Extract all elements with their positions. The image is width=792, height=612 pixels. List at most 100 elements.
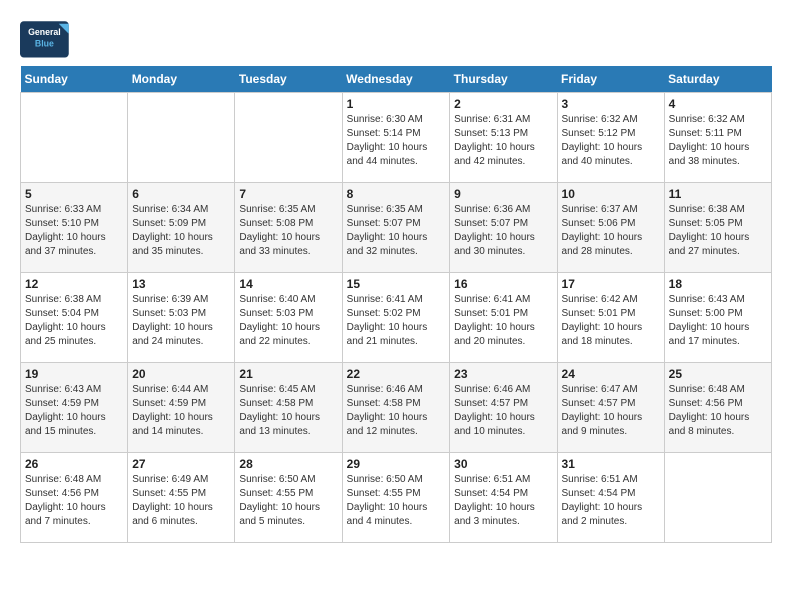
day-detail: Sunrise: 6:32 AM Sunset: 5:11 PM Dayligh… — [669, 113, 767, 169]
calendar-cell — [664, 453, 771, 543]
calendar-week-row: 19 Sunrise: 6:43 AM Sunset: 4:59 PM Dayli… — [21, 363, 772, 453]
weekday-header-sunday: Sunday — [21, 66, 128, 93]
day-detail: Sunrise: 6:42 AM Sunset: 5:01 PM Dayligh… — [562, 293, 660, 349]
day-number: 14 — [239, 277, 337, 291]
weekday-header-row: SundayMondayTuesdayWednesdayThursdayFrid… — [21, 66, 772, 93]
weekday-header-thursday: Thursday — [450, 66, 557, 93]
page-header: General Blue — [20, 20, 772, 60]
day-number: 25 — [669, 367, 767, 381]
svg-text:Blue: Blue — [35, 38, 54, 48]
day-detail: Sunrise: 6:35 AM Sunset: 5:07 PM Dayligh… — [347, 203, 446, 259]
calendar-cell: 15Sunrise: 6:41 AM Sunset: 5:02 PM Dayli… — [342, 273, 450, 363]
day-detail: Sunrise: 6:48 AM Sunset: 4:56 PM Dayligh… — [669, 383, 767, 439]
day-number: 21 — [239, 367, 337, 381]
day-detail: Sunrise: 6:30 AM Sunset: 5:14 PM Dayligh… — [347, 113, 446, 169]
day-number: 23 — [454, 367, 552, 381]
day-number: 30 — [454, 457, 552, 471]
day-detail: Sunrise: 6:36 AM Sunset: 5:07 PM Dayligh… — [454, 203, 552, 259]
calendar-cell: 26 Sunrise: 6:48 AM Sunset: 4:56 PM Dayli… — [21, 453, 128, 543]
day-detail: Sunrise: 6:47 AM Sunset: 4:57 PM Dayligh… — [562, 383, 660, 439]
day-number: 26 — [25, 457, 123, 471]
day-detail: Sunrise: 6:37 AM Sunset: 5:06 PM Dayligh… — [562, 203, 660, 259]
day-detail: Sunrise: 6:44 AM Sunset: 4:59 PM Dayligh… — [132, 383, 230, 439]
day-detail: Sunrise: 6:32 AM Sunset: 5:12 PM Dayligh… — [562, 113, 660, 169]
day-detail: Sunrise: 6:31 AM Sunset: 5:13 PM Dayligh… — [454, 113, 552, 169]
day-number: 6 — [132, 187, 230, 201]
day-detail: Sunrise: 6:51 AM Sunset: 4:54 PM Dayligh… — [454, 473, 552, 529]
day-detail: Sunrise: 6:46 AM Sunset: 4:58 PM Dayligh… — [347, 383, 446, 439]
day-number: 1 — [347, 97, 446, 111]
calendar-cell — [128, 93, 235, 183]
day-number: 8 — [347, 187, 446, 201]
calendar-cell: 16 Sunrise: 6:41 AM Sunset: 5:01 PM Dayli… — [450, 273, 557, 363]
day-detail: Sunrise: 6:40 AM Sunset: 5:03 PM Dayligh… — [239, 293, 337, 349]
day-number: 7 — [239, 187, 337, 201]
calendar-cell: 3 Sunrise: 6:32 AM Sunset: 5:12 PM Daylig… — [557, 93, 664, 183]
day-number: 13 — [132, 277, 230, 291]
calendar-cell: 13 Sunrise: 6:39 AM Sunset: 5:03 PM Dayli… — [128, 273, 235, 363]
calendar-cell: 14 Sunrise: 6:40 AM Sunset: 5:03 PM Dayli… — [235, 273, 342, 363]
logo-svg: General Blue — [20, 20, 70, 60]
day-number: 17 — [562, 277, 660, 291]
day-number: 5 — [25, 187, 123, 201]
day-detail: Sunrise: 6:48 AM Sunset: 4:56 PM Dayligh… — [25, 473, 123, 529]
day-detail: Sunrise: 6:34 AM Sunset: 5:09 PM Dayligh… — [132, 203, 230, 259]
day-detail: Sunrise: 6:43 AM Sunset: 4:59 PM Dayligh… — [25, 383, 123, 439]
calendar-cell: 19 Sunrise: 6:43 AM Sunset: 4:59 PM Dayli… — [21, 363, 128, 453]
day-detail: Sunrise: 6:43 AM Sunset: 5:00 PM Dayligh… — [669, 293, 767, 349]
day-number: 29 — [347, 457, 446, 471]
day-detail: Sunrise: 6:38 AM Sunset: 5:04 PM Dayligh… — [25, 293, 123, 349]
day-detail: Sunrise: 6:46 AM Sunset: 4:57 PM Dayligh… — [454, 383, 552, 439]
calendar-cell: 21 Sunrise: 6:45 AM Sunset: 4:58 PM Dayli… — [235, 363, 342, 453]
calendar-cell: 25 Sunrise: 6:48 AM Sunset: 4:56 PM Dayli… — [664, 363, 771, 453]
calendar-table: SundayMondayTuesdayWednesdayThursdayFrid… — [20, 66, 772, 543]
calendar-cell: 5 Sunrise: 6:33 AM Sunset: 5:10 PM Daylig… — [21, 183, 128, 273]
weekday-header-friday: Friday — [557, 66, 664, 93]
logo: General Blue — [20, 20, 70, 60]
calendar-cell: 24 Sunrise: 6:47 AM Sunset: 4:57 PM Dayli… — [557, 363, 664, 453]
day-number: 28 — [239, 457, 337, 471]
calendar-cell: 23 Sunrise: 6:46 AM Sunset: 4:57 PM Dayli… — [450, 363, 557, 453]
day-number: 18 — [669, 277, 767, 291]
day-number: 4 — [669, 97, 767, 111]
day-number: 9 — [454, 187, 552, 201]
day-number: 12 — [25, 277, 123, 291]
calendar-week-row: 12 Sunrise: 6:38 AM Sunset: 5:04 PM Dayli… — [21, 273, 772, 363]
day-number: 11 — [669, 187, 767, 201]
calendar-cell: 30 Sunrise: 6:51 AM Sunset: 4:54 PM Dayli… — [450, 453, 557, 543]
day-detail: Sunrise: 6:38 AM Sunset: 5:05 PM Dayligh… — [669, 203, 767, 259]
day-number: 10 — [562, 187, 660, 201]
calendar-cell: 12 Sunrise: 6:38 AM Sunset: 5:04 PM Dayli… — [21, 273, 128, 363]
calendar-cell — [21, 93, 128, 183]
day-number: 22 — [347, 367, 446, 381]
calendar-week-row: 1 Sunrise: 6:30 AM Sunset: 5:14 PM Daylig… — [21, 93, 772, 183]
day-number: 16 — [454, 277, 552, 291]
weekday-header-wednesday: Wednesday — [342, 66, 450, 93]
day-number: 24 — [562, 367, 660, 381]
calendar-cell: 8 Sunrise: 6:35 AM Sunset: 5:07 PM Daylig… — [342, 183, 450, 273]
calendar-cell: 7 Sunrise: 6:35 AM Sunset: 5:08 PM Daylig… — [235, 183, 342, 273]
calendar-cell: 9 Sunrise: 6:36 AM Sunset: 5:07 PM Daylig… — [450, 183, 557, 273]
day-detail: Sunrise: 6:41 AM Sunset: 5:01 PM Dayligh… — [454, 293, 552, 349]
calendar-cell: 10 Sunrise: 6:37 AM Sunset: 5:06 PM Dayli… — [557, 183, 664, 273]
day-detail: Sunrise: 6:50 AM Sunset: 4:55 PM Dayligh… — [347, 473, 446, 529]
day-number: 3 — [562, 97, 660, 111]
day-detail: Sunrise: 6:51 AM Sunset: 4:54 PM Dayligh… — [562, 473, 660, 529]
calendar-cell: 6 Sunrise: 6:34 AM Sunset: 5:09 PM Daylig… — [128, 183, 235, 273]
calendar-cell: 4 Sunrise: 6:32 AM Sunset: 5:11 PM Daylig… — [664, 93, 771, 183]
calendar-cell: 29 Sunrise: 6:50 AM Sunset: 4:55 PM Dayli… — [342, 453, 450, 543]
day-detail: Sunrise: 6:33 AM Sunset: 5:10 PM Dayligh… — [25, 203, 123, 259]
calendar-cell: 27Sunrise: 6:49 AM Sunset: 4:55 PM Dayli… — [128, 453, 235, 543]
day-detail: Sunrise: 6:35 AM Sunset: 5:08 PM Dayligh… — [239, 203, 337, 259]
day-detail: Sunrise: 6:39 AM Sunset: 5:03 PM Dayligh… — [132, 293, 230, 349]
svg-text:General: General — [28, 27, 61, 37]
day-number: 2 — [454, 97, 552, 111]
calendar-cell: 2 Sunrise: 6:31 AM Sunset: 5:13 PM Daylig… — [450, 93, 557, 183]
day-detail: Sunrise: 6:41 AM Sunset: 5:02 PM Dayligh… — [347, 293, 446, 349]
day-detail: Sunrise: 6:45 AM Sunset: 4:58 PM Dayligh… — [239, 383, 337, 439]
weekday-header-monday: Monday — [128, 66, 235, 93]
calendar-cell: 31Sunrise: 6:51 AM Sunset: 4:54 PM Dayli… — [557, 453, 664, 543]
calendar-cell: 22 Sunrise: 6:46 AM Sunset: 4:58 PM Dayli… — [342, 363, 450, 453]
calendar-cell: 28Sunrise: 6:50 AM Sunset: 4:55 PM Dayli… — [235, 453, 342, 543]
day-number: 19 — [25, 367, 123, 381]
